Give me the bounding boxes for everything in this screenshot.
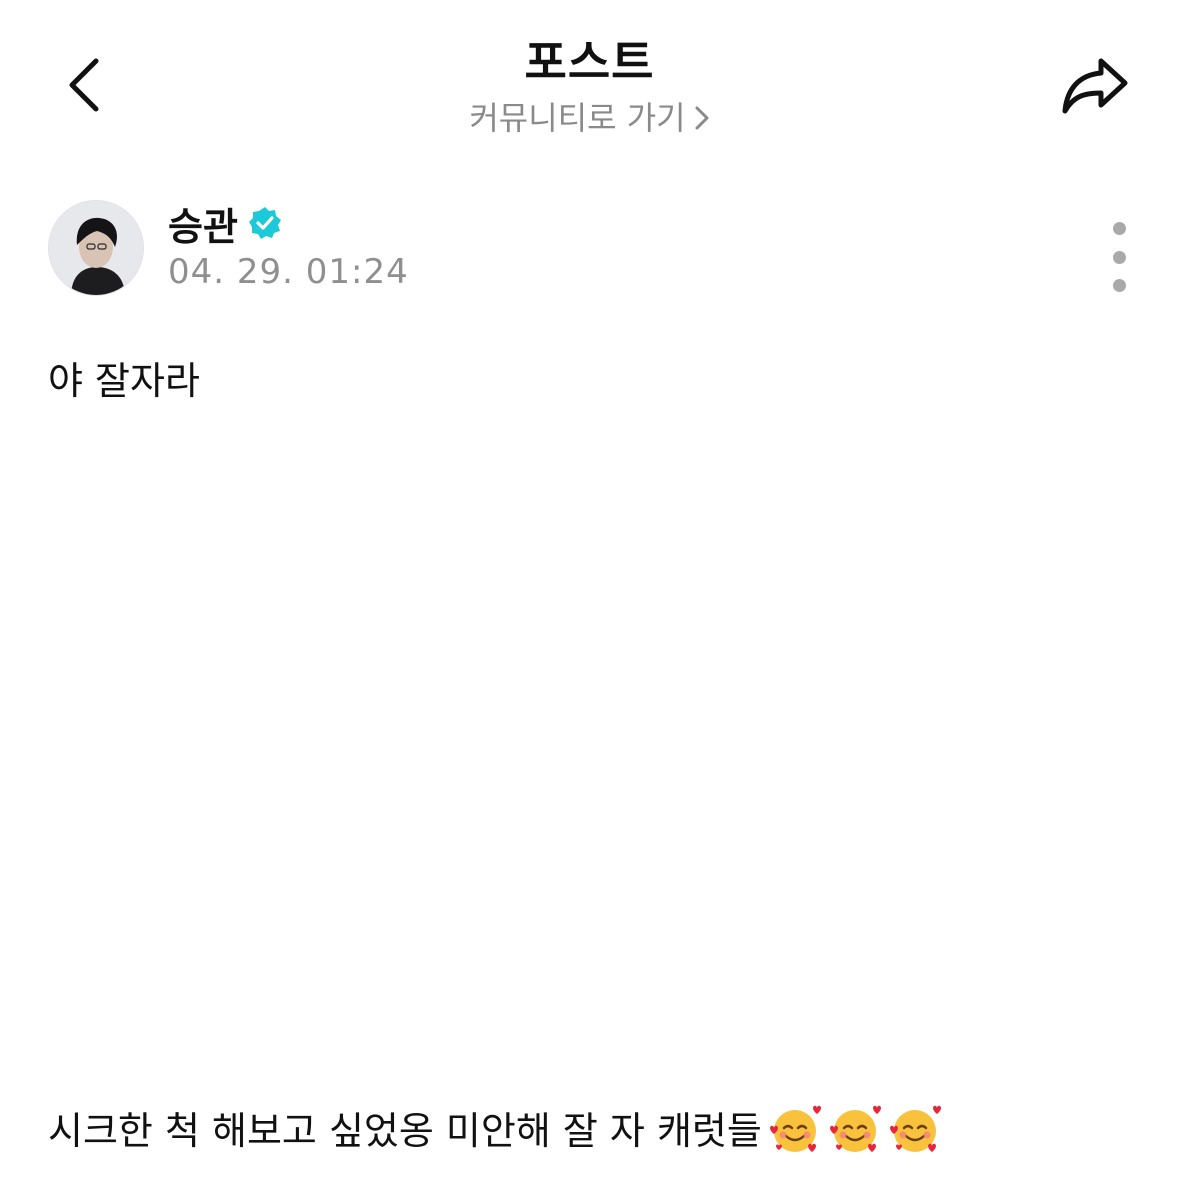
more-vertical-icon-dot — [1112, 222, 1126, 235]
post-content-line-2: 시크한 척 해보고 싶었옹 미안해 잘 자 캐럿들 — [48, 1100, 942, 1165]
post-content-text: 시크한 척 해보고 싶었옹 미안해 잘 자 캐럿들 — [48, 1109, 762, 1153]
post-author: 승관 04. 29. 01:24 — [48, 198, 1131, 298]
smiling-face-with-hearts-icon — [888, 1102, 942, 1165]
community-link[interactable]: 커뮤니티로 가기 — [469, 96, 709, 140]
post-timestamp: 04. 29. 01:24 — [168, 252, 409, 292]
post-content-line-1: 야 잘자라 — [48, 359, 200, 403]
share-arrow-icon — [1059, 55, 1131, 119]
header-title-group: 포스트 커뮤니티로 가기 — [0, 32, 1179, 140]
community-link-label: 커뮤니티로 가기 — [469, 99, 686, 137]
more-vertical-icon-dot — [1112, 250, 1126, 264]
chevron-right-icon — [694, 104, 710, 132]
share-button[interactable] — [1052, 52, 1138, 122]
author-name-row: 승관 — [168, 196, 282, 251]
page-title: 포스트 — [524, 35, 655, 89]
more-vertical-icon-dot — [1112, 279, 1126, 292]
verified-badge-icon — [248, 206, 282, 240]
more-options-button[interactable] — [1098, 222, 1140, 292]
author-name[interactable]: 승관 — [168, 196, 238, 251]
post-header: 포스트 커뮤니티로 가기 — [0, 0, 1179, 160]
smiling-face-with-hearts-icon — [768, 1102, 822, 1165]
avatar[interactable] — [48, 200, 144, 296]
smiling-face-with-hearts-icon — [828, 1102, 882, 1165]
